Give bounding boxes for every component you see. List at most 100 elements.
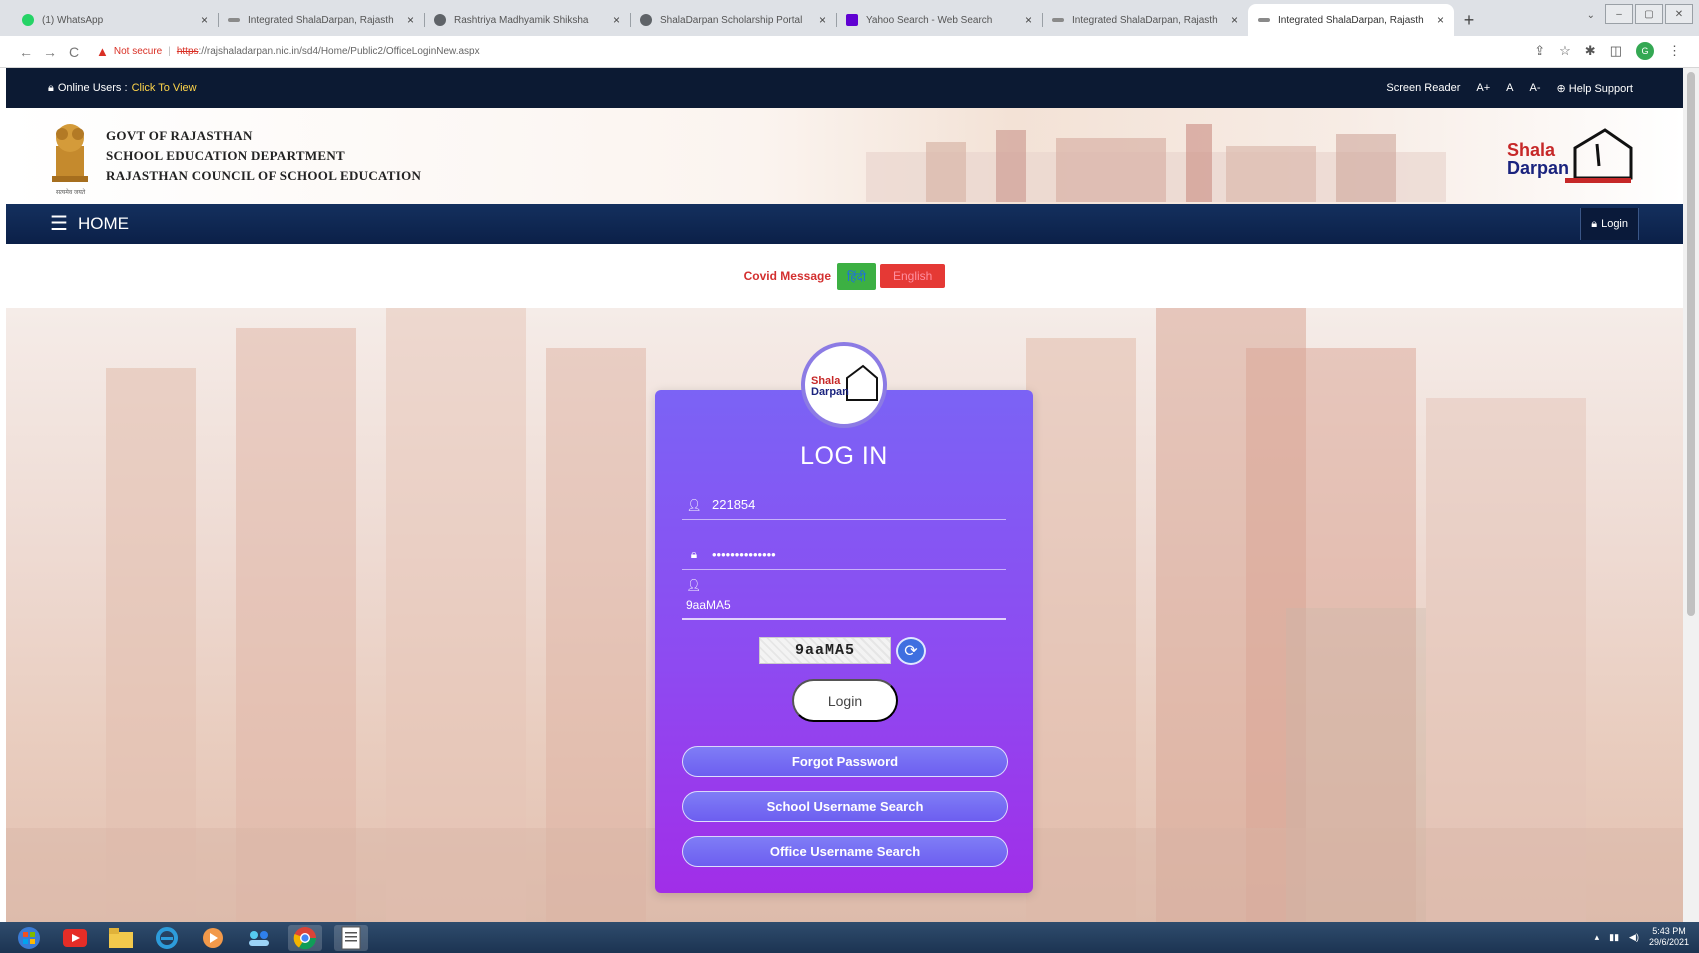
tab-search-icon[interactable]: ⌄ <box>1587 10 1595 21</box>
scrollbar-thumb[interactable] <box>1687 72 1695 616</box>
browser-tab[interactable]: ShalaDarpan Scholarship Portal × <box>630 4 836 36</box>
card-logo: Shala Darpan <box>801 342 887 428</box>
font-decrease-button[interactable]: A- <box>1530 82 1541 94</box>
url-protocol: https <box>176 46 199 57</box>
sidepanel-icon[interactable]: ◫ <box>1610 43 1622 59</box>
system-clock[interactable]: 5:43 PM 29/6/2021 <box>1649 926 1689 948</box>
media-player-icon[interactable] <box>196 925 230 951</box>
minimize-icon[interactable]: – <box>1605 4 1633 24</box>
username-field: 👤︎ <box>682 490 1006 520</box>
hamburger-menu-icon[interactable]: ☰ <box>50 214 68 234</box>
nav-login-label: Login <box>1601 218 1628 230</box>
school-username-search-button[interactable]: School Username Search <box>682 791 1008 822</box>
covid-message-bar: Covid Message हिंदी English <box>6 244 1683 308</box>
forgot-password-button[interactable]: Forgot Password <box>682 746 1008 777</box>
new-tab-button[interactable]: + <box>1454 4 1484 36</box>
tab-title: Integrated ShalaDarpan, Rajasth <box>1072 14 1218 26</box>
username-input[interactable] <box>712 497 992 512</box>
warning-icon[interactable]: ▲ <box>96 44 109 59</box>
network-people-icon[interactable] <box>242 925 276 951</box>
notepad-icon[interactable] <box>334 924 368 951</box>
bookmark-star-icon[interactable]: ☆ <box>1559 43 1571 59</box>
captcha-image: 9aaMA5 <box>759 637 891 664</box>
department-title: GOVT OF RAJASTHAN SCHOOL EDUCATION DEPAR… <box>106 126 421 186</box>
office-username-search-button[interactable]: Office Username Search <box>682 836 1008 867</box>
tab-close-icon[interactable]: × <box>407 13 414 27</box>
tab-close-icon[interactable]: × <box>613 13 620 27</box>
close-window-icon[interactable]: ✕ <box>1665 4 1693 24</box>
online-users-link[interactable]: Click To View <box>132 82 197 94</box>
password-input[interactable] <box>712 547 992 562</box>
tab-close-icon[interactable]: × <box>1231 13 1238 27</box>
tray-arrow-icon[interactable]: ▴ <box>1595 932 1600 943</box>
url-field[interactable]: ▲ Not secure | https ://rajshaladarpan.n… <box>96 40 1476 64</box>
tab-title: Integrated ShalaDarpan, Rajasth <box>248 14 394 26</box>
url-path: ://rajshaladarpan.nic.in/sd4/Home/Public… <box>198 46 480 57</box>
user-icon: 👤︎ <box>686 578 702 592</box>
forward-icon[interactable]: → <box>38 44 62 60</box>
tab-close-icon[interactable]: × <box>1025 13 1032 27</box>
browser-tab-bar: (1) WhatsApp × Integrated ShalaDarpan, R… <box>0 0 1699 36</box>
menu-kebab-icon[interactable]: ⋮ <box>1668 43 1681 59</box>
maximize-icon[interactable]: ▢ <box>1635 4 1663 24</box>
lock-icon: 🔒︎ <box>690 547 698 561</box>
browser-tab[interactable]: Rashtriya Madhyamik Shiksha × <box>424 4 630 36</box>
user-icon: 👤︎ <box>686 497 702 512</box>
globe-icon <box>434 14 446 26</box>
tab-close-icon[interactable]: × <box>819 13 826 27</box>
tab-title: Rashtriya Madhyamik Shiksha <box>454 14 589 26</box>
extensions-puzzle-icon[interactable]: ✱ <box>1585 43 1596 59</box>
volume-icon[interactable]: ◀) <box>1629 932 1639 943</box>
font-normal-button[interactable]: A <box>1506 82 1513 94</box>
start-button[interactable] <box>12 925 46 951</box>
captcha-input[interactable] <box>686 598 986 612</box>
browser-tab[interactable]: Integrated ShalaDarpan, Rajasth × <box>218 4 424 36</box>
youtube-icon[interactable] <box>58 925 92 951</box>
logo-word-darpan: Darpan <box>811 386 849 398</box>
lock-icon: 🔒︎ <box>1591 217 1598 230</box>
font-increase-button[interactable]: A+ <box>1476 82 1490 94</box>
screen-reader-link[interactable]: Screen Reader <box>1386 82 1460 94</box>
council-line: RAJASTHAN COUNCIL OF SCHOOL EDUCATION <box>106 168 422 183</box>
clock-date: 29/6/2021 <box>1648 937 1689 947</box>
accessibility-tools: Screen Reader A+ A A- ⊕ Help Support <box>1386 82 1633 95</box>
back-icon[interactable]: ← <box>14 44 38 60</box>
site-header: सत्यमेव जयते GOVT OF RAJASTHAN SCHOOL ED… <box>6 108 1683 204</box>
url-separator: | <box>168 46 171 57</box>
share-icon[interactable]: ⇪ <box>1534 43 1545 59</box>
browser-tab[interactable]: Yahoo Search - Web Search × <box>836 4 1042 36</box>
shala-darpan-small-logo: Shala Darpan <box>811 364 878 401</box>
logo-word-darpan: Darpan <box>1507 158 1569 178</box>
shala-darpan-logo: Shala Darpan <box>1507 128 1633 183</box>
covid-english-button[interactable]: English <box>879 264 946 288</box>
tab-close-icon[interactable]: × <box>1437 13 1444 27</box>
clock-time: 5:43 PM <box>1652 926 1686 936</box>
internet-explorer-icon[interactable] <box>150 925 184 951</box>
covid-hindi-button[interactable]: हिंदी <box>837 262 876 290</box>
browser-tab-active[interactable]: Integrated ShalaDarpan, Rajasth × <box>1248 4 1454 36</box>
covid-message-label: Covid Message <box>743 269 832 283</box>
tab-title: Integrated ShalaDarpan, Rajasth <box>1278 14 1424 26</box>
login-button[interactable]: Login <box>792 679 898 722</box>
nav-home-link[interactable]: HOME <box>78 214 129 234</box>
browser-toolbar-icons: ⇪ ☆ ✱ ◫ G ⋮ <box>1534 42 1681 60</box>
chrome-icon[interactable] <box>288 924 322 951</box>
nav-login-link[interactable]: 🔒︎ Login <box>1580 208 1639 240</box>
refresh-captcha-icon[interactable]: ⟳ <box>896 637 926 665</box>
header-skyline-image <box>866 124 1446 202</box>
shaladarpan-favicon <box>228 18 240 22</box>
help-support-link[interactable]: ⊕ Help Support <box>1557 82 1634 95</box>
windows-taskbar: ▴ ▮▮ ◀) 5:43 PM 29/6/2021 <box>0 922 1699 953</box>
network-icon[interactable]: ▮▮ <box>1609 932 1619 943</box>
browser-tab[interactable]: Integrated ShalaDarpan, Rajasth × <box>1042 4 1248 36</box>
help-icon: ⊕ <box>1556 82 1566 95</box>
lock-icon: 🔒︎ <box>48 81 54 94</box>
national-emblem-icon <box>52 124 88 182</box>
reload-icon[interactable]: C <box>62 44 86 60</box>
profile-avatar[interactable]: G <box>1636 42 1654 60</box>
tab-close-icon[interactable]: × <box>201 13 208 27</box>
online-users: 🔒︎ Online Users : Click To View <box>48 82 197 95</box>
govt-line: GOVT OF RAJASTHAN <box>106 128 253 143</box>
file-explorer-icon[interactable] <box>104 925 138 951</box>
browser-tab[interactable]: (1) WhatsApp × <box>12 4 218 36</box>
